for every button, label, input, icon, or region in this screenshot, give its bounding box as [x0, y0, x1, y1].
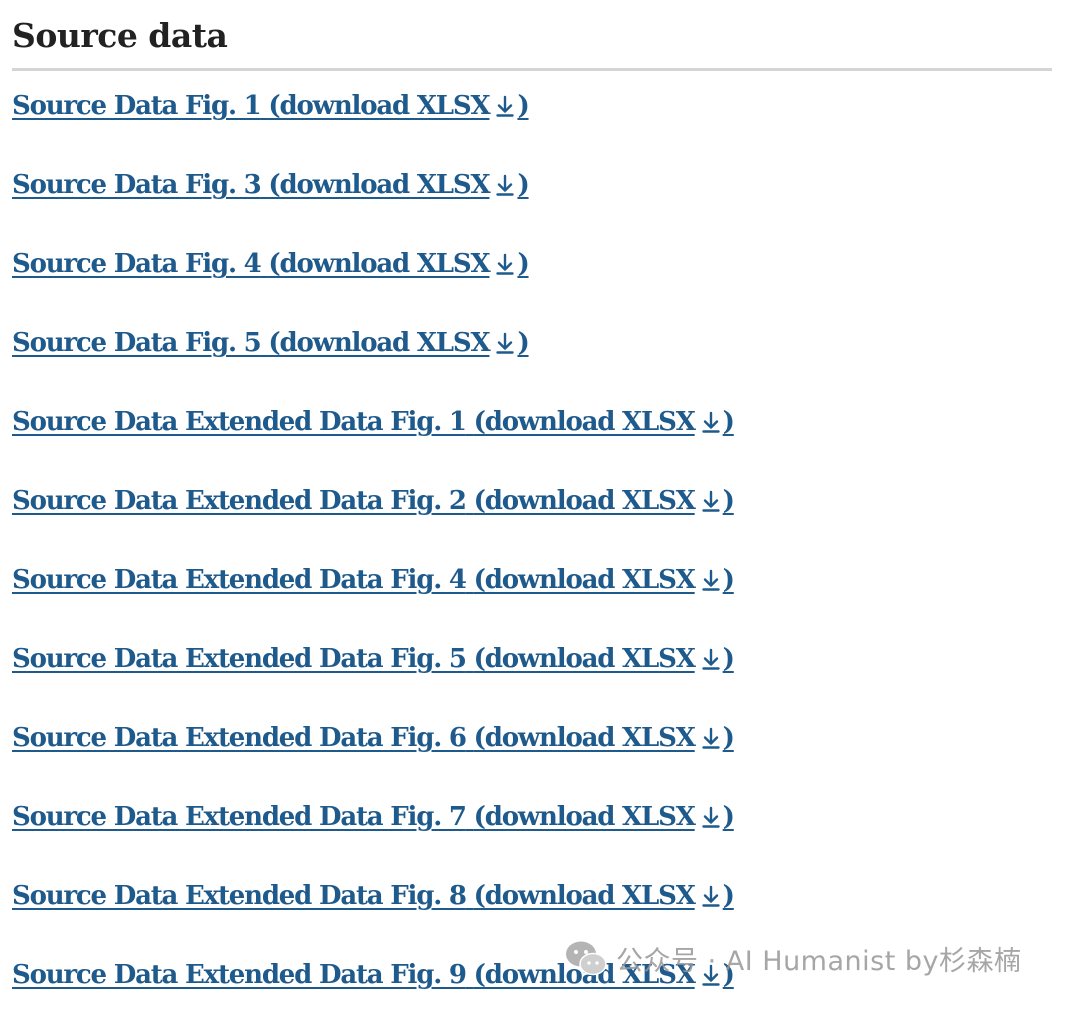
link-download-text: (download XLSX [268, 170, 490, 200]
link-download-text: (download XLSX [473, 565, 696, 595]
link-close-paren: ) [517, 91, 529, 121]
section-divider [12, 68, 1052, 71]
list-item: Source Data Extended Data Fig. 5 (downlo… [12, 641, 1052, 720]
download-arrow-icon [495, 252, 515, 276]
list-item: Source Data Fig. 5 (download XLSX) [12, 325, 1052, 404]
link-download-text: (download XLSX [473, 644, 696, 674]
section-title: Source data [12, 16, 228, 55]
link-label: Source Data Extended Data Fig. 2 [12, 486, 467, 516]
source-data-download-link[interactable]: Source Data Extended Data Fig. 6 (downlo… [12, 720, 735, 756]
link-label: Source Data Extended Data Fig. 1 [12, 407, 467, 437]
source-data-link-list: Source Data Fig. 1 (download XLSX) Source… [12, 88, 1052, 1036]
source-data-download-link[interactable]: Source Data Fig. 1 (download XLSX) [12, 88, 530, 124]
link-label: Source Data Fig. 4 [12, 249, 262, 279]
link-label: Source Data Extended Data Fig. 8 [12, 881, 467, 911]
link-close-paren: ) [722, 881, 735, 911]
link-close-paren: ) [517, 170, 529, 200]
list-item: Source Data Extended Data Fig. 4 (downlo… [12, 562, 1052, 641]
link-close-paren: ) [722, 486, 735, 516]
link-download-text: (download XLSX [268, 249, 490, 279]
source-data-download-link[interactable]: Source Data Fig. 3 (download XLSX) [12, 167, 530, 203]
link-download-text: (download XLSX [473, 486, 696, 516]
link-label: Source Data Fig. 3 [12, 170, 262, 200]
list-item: Source Data Fig. 3 (download XLSX) [12, 167, 1052, 246]
link-label: Source Data Fig. 1 [12, 91, 262, 121]
download-arrow-icon [701, 410, 721, 434]
source-data-download-link[interactable]: Source Data Extended Data Fig. 2 (downlo… [12, 483, 735, 519]
list-item: Source Data Fig. 1 (download XLSX) [12, 88, 1052, 167]
source-data-download-link[interactable]: Source Data Extended Data Fig. 8 (downlo… [12, 878, 735, 914]
download-arrow-icon [701, 726, 721, 750]
link-label: Source Data Extended Data Fig. 9 [12, 960, 467, 990]
wechat-icon [566, 941, 607, 976]
link-label: Source Data Extended Data Fig. 6 [12, 723, 467, 753]
link-download-text: (download XLSX [473, 881, 696, 911]
link-download-text: (download XLSX [268, 328, 490, 358]
source-data-download-link[interactable]: Source Data Extended Data Fig. 1 (downlo… [12, 404, 735, 440]
download-arrow-icon [701, 884, 721, 908]
link-label: Source Data Extended Data Fig. 4 [12, 565, 467, 595]
list-item: Source Data Fig. 4 (download XLSX) [12, 246, 1052, 325]
link-label: Source Data Extended Data Fig. 7 [12, 802, 467, 832]
download-arrow-icon [701, 568, 721, 592]
list-item: Source Data Extended Data Fig. 6 (downlo… [12, 720, 1052, 799]
list-item: Source Data Extended Data Fig. 2 (downlo… [12, 483, 1052, 562]
source-data-download-link[interactable]: Source Data Fig. 5 (download XLSX) [12, 325, 530, 361]
link-download-text: (download XLSX [473, 407, 696, 437]
list-item: Source Data Extended Data Fig. 1 (downlo… [12, 404, 1052, 483]
source-data-download-link[interactable]: Source Data Fig. 4 (download XLSX) [12, 246, 530, 282]
download-arrow-icon [495, 94, 515, 118]
link-download-text: (download XLSX [268, 91, 490, 121]
link-close-paren: ) [722, 802, 735, 832]
link-label: Source Data Fig. 5 [12, 328, 262, 358]
link-close-paren: ) [722, 644, 735, 674]
list-item: Source Data Extended Data Fig. 7 (downlo… [12, 799, 1052, 878]
source-data-download-link[interactable]: Source Data Extended Data Fig. 4 (downlo… [12, 562, 735, 598]
link-close-paren: ) [722, 723, 735, 753]
link-download-text: (download XLSX [473, 723, 696, 753]
download-arrow-icon [701, 805, 721, 829]
source-data-download-link[interactable]: Source Data Extended Data Fig. 5 (downlo… [12, 641, 735, 677]
source-data-section: Source data Source Data Fig. 1 (download… [12, 0, 1052, 1036]
link-close-paren: ) [722, 565, 735, 595]
download-arrow-icon [701, 647, 721, 671]
link-close-paren: ) [517, 249, 529, 279]
link-close-paren: ) [517, 328, 529, 358]
watermark-text: 公众号 · AI Humanist by杉森楠 [616, 945, 1022, 977]
download-arrow-icon [495, 173, 515, 197]
download-arrow-icon [701, 489, 721, 513]
watermark: 公众号 · AI Humanist by杉森楠 [564, 936, 1022, 980]
source-data-download-link[interactable]: Source Data Extended Data Fig. 7 (downlo… [12, 799, 735, 835]
download-arrow-icon [495, 331, 515, 355]
link-download-text: (download XLSX [473, 802, 696, 832]
link-label: Source Data Extended Data Fig. 5 [12, 644, 467, 674]
link-close-paren: ) [722, 407, 735, 437]
